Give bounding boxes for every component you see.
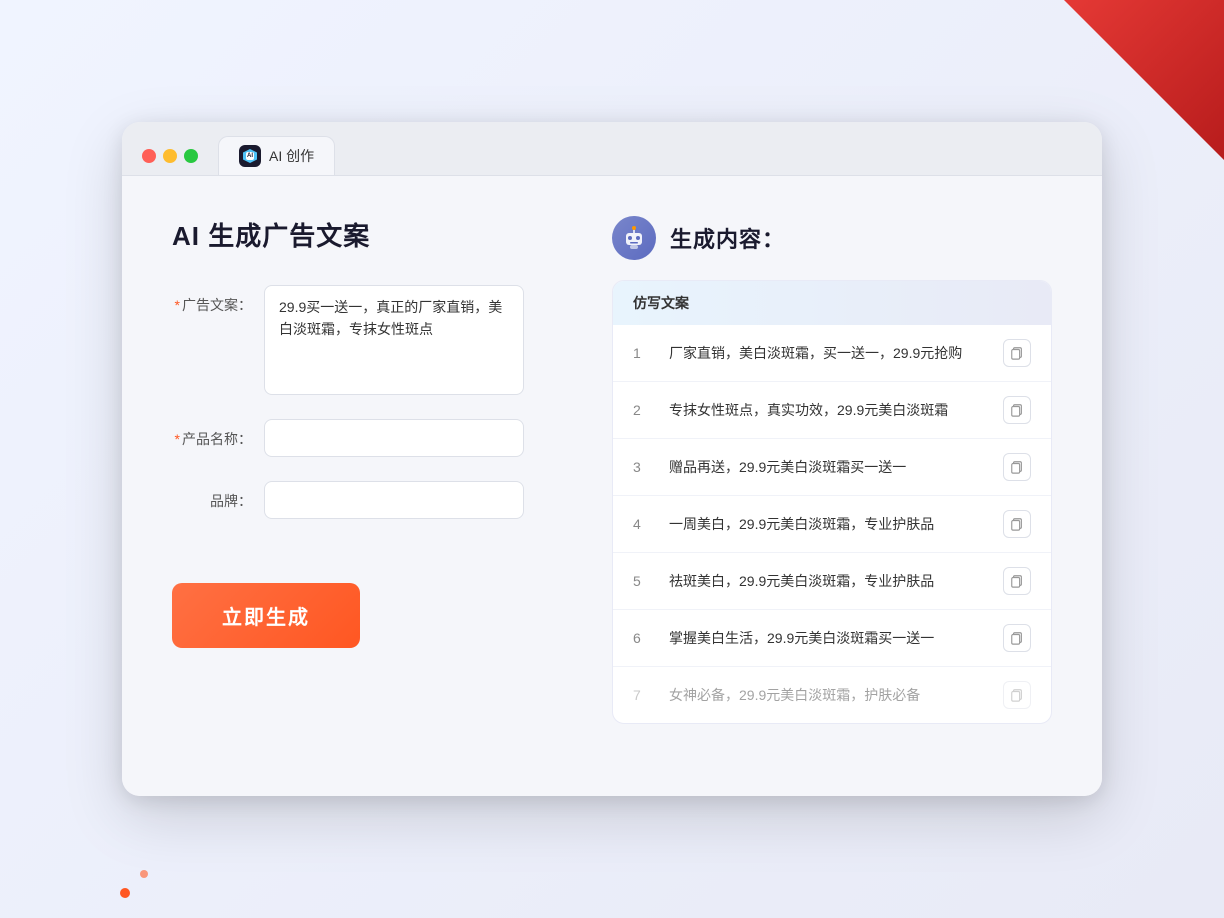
result-row: 2 专抹女性斑点，真实功效，29.9元美白淡斑霜 <box>613 382 1051 439</box>
copy-button-5[interactable] <box>1003 567 1031 595</box>
left-panel: AI 生成广告文案 *广告文案： 29.9买一送一，真正的厂家直销，美白淡斑霜，… <box>172 216 552 756</box>
right-title: 生成内容： <box>670 222 785 254</box>
maximize-button[interactable] <box>184 149 198 163</box>
result-number: 6 <box>633 630 653 646</box>
copy-button-4[interactable] <box>1003 510 1031 538</box>
browser-content: AI 生成广告文案 *广告文案： 29.9买一送一，真正的厂家直销，美白淡斑霜，… <box>122 176 1102 796</box>
tab-ai-creation[interactable]: AI AI 创作 <box>218 136 335 175</box>
result-text: 专抹女性斑点，真实功效，29.9元美白淡斑霜 <box>669 400 987 421</box>
browser-chrome: AI AI 创作 <box>122 122 1102 176</box>
tab-icon-inner: AI <box>246 152 254 160</box>
result-text: 赠品再送，29.9元美白淡斑霜买一送一 <box>669 457 987 478</box>
result-row-dimmed: 7 女神必备，29.9元美白淡斑霜，护肤必备 <box>613 667 1051 723</box>
results-header: 仿写文案 <box>613 281 1051 325</box>
copy-button-3[interactable] <box>1003 453 1031 481</box>
generate-button[interactable]: 立即生成 <box>172 583 360 648</box>
result-text: 厂家直销，美白淡斑霜，买一送一，29.9元抢购 <box>669 343 987 364</box>
result-row: 4 一周美白，29.9元美白淡斑霜，专业护肤品 <box>613 496 1051 553</box>
result-row: 5 祛斑美白，29.9元美白淡斑霜，专业护肤品 <box>613 553 1051 610</box>
product-name-group: *产品名称： 美白淡斑霜 <box>172 419 552 457</box>
result-row: 6 掌握美白生活，29.9元美白淡斑霜买一送一 <box>613 610 1051 667</box>
ad-copy-input[interactable]: 29.9买一送一，真正的厂家直销，美白淡斑霜，专抹女性斑点 <box>264 285 524 395</box>
result-number: 4 <box>633 516 653 532</box>
result-number: 5 <box>633 573 653 589</box>
result-text: 掌握美白生活，29.9元美白淡斑霜买一送一 <box>669 628 987 649</box>
right-panel: 生成内容： 仿写文案 1 厂家直销，美白淡斑霜，买一送一，29.9元抢购 2 专… <box>612 216 1052 756</box>
copy-button-2[interactable] <box>1003 396 1031 424</box>
right-header: 生成内容： <box>612 216 1052 260</box>
robot-svg <box>619 223 649 253</box>
brand-input[interactable]: 好白 <box>264 481 524 519</box>
close-button[interactable] <box>142 149 156 163</box>
result-number: 7 <box>633 687 653 703</box>
dot-decoration-1 <box>120 888 130 898</box>
result-text: 祛斑美白，29.9元美白淡斑霜，专业护肤品 <box>669 571 987 592</box>
copy-button-1[interactable] <box>1003 339 1031 367</box>
ad-copy-group: *广告文案： 29.9买一送一，真正的厂家直销，美白淡斑霜，专抹女性斑点 <box>172 285 552 395</box>
dot-decoration-2 <box>140 870 148 878</box>
required-star-1: * <box>175 297 180 313</box>
result-text: 一周美白，29.9元美白淡斑霜，专业护肤品 <box>669 514 987 535</box>
results-container: 仿写文案 1 厂家直销，美白淡斑霜，买一送一，29.9元抢购 2 专抹女性斑点，… <box>612 280 1052 724</box>
product-name-input[interactable]: 美白淡斑霜 <box>264 419 524 457</box>
product-name-label: *产品名称： <box>172 419 252 449</box>
tab-area: AI AI 创作 <box>218 136 335 175</box>
result-number: 2 <box>633 402 653 418</box>
result-row: 3 赠品再送，29.9元美白淡斑霜买一送一 <box>613 439 1051 496</box>
page-title: AI 生成广告文案 <box>172 216 552 253</box>
tab-icon: AI <box>239 145 261 167</box>
minimize-button[interactable] <box>163 149 177 163</box>
result-number: 3 <box>633 459 653 475</box>
copy-button-7[interactable] <box>1003 681 1031 709</box>
copy-button-6[interactable] <box>1003 624 1031 652</box>
window-controls <box>142 149 198 163</box>
required-star-2: * <box>175 431 180 447</box>
brand-label: 品牌： <box>172 481 252 511</box>
robot-icon <box>612 216 656 260</box>
result-row: 1 厂家直销，美白淡斑霜，买一送一，29.9元抢购 <box>613 325 1051 382</box>
result-text: 女神必备，29.9元美白淡斑霜，护肤必备 <box>669 685 987 706</box>
brand-group: 品牌： 好白 <box>172 481 552 519</box>
tab-label: AI 创作 <box>269 146 314 166</box>
ad-copy-label: *广告文案： <box>172 285 252 315</box>
browser-window: AI AI 创作 AI 生成广告文案 *广告文案： 29.9买一送一，真正的厂家… <box>122 122 1102 796</box>
result-number: 1 <box>633 345 653 361</box>
